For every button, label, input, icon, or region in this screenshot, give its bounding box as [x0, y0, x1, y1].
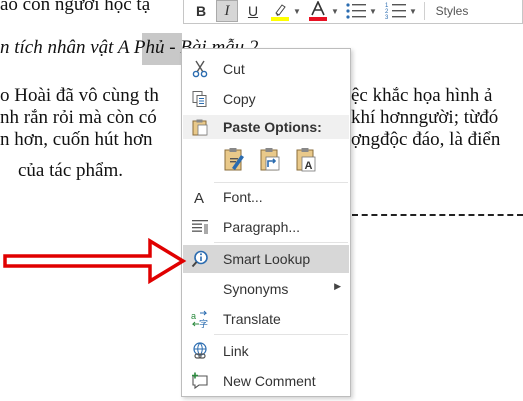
- svg-text:字: 字: [199, 318, 208, 328]
- translate-icon: a 字: [191, 310, 208, 328]
- svg-text:A: A: [194, 190, 204, 206]
- font-icon: A: [194, 190, 204, 206]
- font-color-icon: [309, 1, 328, 21]
- menu-item-label: Smart Lookup: [223, 251, 311, 267]
- numbered-list-icon: 1 2 3: [385, 3, 407, 20]
- link-icon: [193, 342, 207, 359]
- menu-item-font[interactable]: A Font...: [183, 183, 349, 211]
- menu-item-synonyms[interactable]: Synonyms ▶: [183, 275, 349, 303]
- menu-item-smart-lookup[interactable]: Smart Lookup: [183, 245, 349, 273]
- chevron-down-icon: ▼: [369, 6, 377, 16]
- svg-text:a: a: [191, 311, 196, 321]
- document-text-line: nh rắn rỏi mà còn có: [0, 107, 157, 128]
- paste-keep-text-only-button[interactable]: A: [294, 146, 320, 174]
- highlight-color-button[interactable]: ▼: [268, 0, 302, 22]
- menu-item-link[interactable]: Link: [183, 337, 349, 365]
- bullets-button[interactable]: ▼: [344, 0, 378, 22]
- chevron-down-icon: ▼: [409, 6, 417, 16]
- paste-merge-formatting-button[interactable]: [258, 146, 284, 174]
- numbering-button[interactable]: 1 2 3 ▼: [384, 0, 418, 22]
- bullet-list-icon: [346, 3, 367, 19]
- paste-options-label: Paste Options:: [223, 119, 322, 135]
- menu-item-label: New Comment: [223, 373, 316, 389]
- document-text-line: khí hơnngười; từđó: [351, 107, 499, 128]
- paste-merge-formatting-icon: [260, 148, 280, 171]
- menu-item-label: Cut: [223, 61, 245, 77]
- menu-item-label: Copy: [223, 91, 256, 107]
- bold-button[interactable]: B: [190, 0, 212, 22]
- copy-icon: [192, 91, 207, 107]
- menu-item-translate[interactable]: a 字 Translate: [183, 305, 349, 333]
- context-menu: Cut Copy Paste Options: A A Font... Para…: [181, 48, 351, 397]
- document-text-line: ảo con người học tậ: [0, 0, 151, 15]
- chevron-down-icon: ▼: [293, 6, 301, 16]
- mini-toolbar: B I U ▼ ▼ ▼ 1 2 3 ▼ Styles: [183, 0, 523, 24]
- document-text-line: ệc khắc họa hình ả: [351, 85, 493, 106]
- document-text-line: o Hoài đã vô cùng th: [0, 85, 159, 106]
- menu-separator: [214, 334, 348, 335]
- menu-item-new-comment[interactable]: New Comment: [183, 367, 349, 395]
- svg-text:3: 3: [385, 15, 389, 20]
- new-comment-icon: [192, 372, 208, 390]
- menu-separator: [214, 242, 348, 243]
- paste-keep-formatting-icon: [224, 148, 244, 171]
- highlighter-icon: [271, 4, 290, 21]
- chevron-down-icon: ▼: [331, 6, 339, 16]
- italic-button[interactable]: I: [216, 0, 238, 22]
- svg-text:A: A: [305, 160, 313, 172]
- menu-item-label: Link: [223, 343, 249, 359]
- document-text-line: n hơn, cuốn hút hơn: [0, 129, 153, 150]
- paste-keep-source-formatting-button[interactable]: [222, 146, 248, 174]
- paste-text-only-icon: A: [296, 148, 316, 172]
- smart-lookup-icon: [191, 250, 208, 268]
- styles-button[interactable]: Styles: [430, 0, 474, 22]
- toolbar-separator: [424, 2, 425, 20]
- menu-item-cut[interactable]: Cut: [183, 55, 349, 83]
- submenu-arrow-icon: ▶: [334, 281, 341, 291]
- clipboard-icon: [192, 119, 208, 136]
- menu-item-label: Paragraph...: [223, 219, 301, 235]
- font-color-button[interactable]: ▼: [306, 0, 340, 22]
- menu-item-label: Font...: [223, 189, 263, 205]
- paste-options-header: Paste Options:: [183, 115, 349, 139]
- scissors-icon: [192, 60, 208, 78]
- paragraph-icon: [192, 220, 208, 234]
- menu-item-label: Synonyms: [223, 281, 289, 297]
- menu-item-paragraph[interactable]: Paragraph...: [183, 213, 349, 241]
- underline-button[interactable]: U: [242, 0, 264, 22]
- document-text-line: ợngđộc đáo, là điển: [351, 129, 501, 150]
- menu-item-copy[interactable]: Copy: [183, 85, 349, 113]
- dashed-divider: [352, 214, 523, 216]
- document-text-line: của tác phẩm.: [18, 160, 123, 181]
- menu-item-label: Translate: [223, 311, 281, 327]
